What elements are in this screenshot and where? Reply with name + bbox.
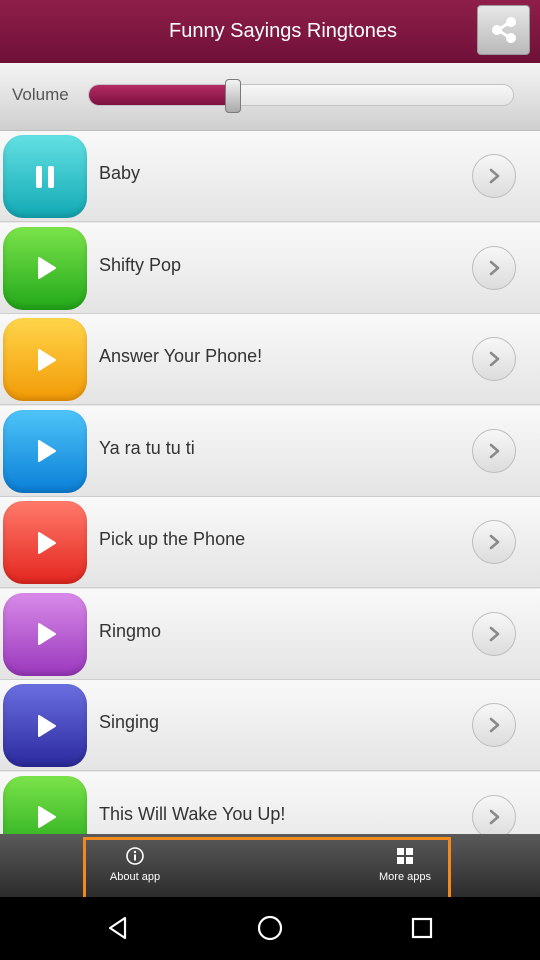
ringtone-name: Answer Your Phone! (99, 346, 263, 366)
chevron-right-icon (489, 626, 500, 641)
ringtone-row[interactable]: Pick up the Phone (0, 497, 540, 588)
chevron-right-icon (489, 717, 500, 733)
chevron-right-icon (489, 260, 500, 275)
ringtone-row[interactable]: Baby (0, 131, 540, 222)
ringtone-row[interactable]: This Will Wake You Up! (0, 771, 540, 834)
play-icon (38, 714, 56, 737)
more-apps-label: More apps (379, 870, 431, 883)
ringtone-name: Ringmo (99, 620, 162, 641)
ringtone-name: Ya ra tu tu ti (99, 437, 195, 458)
play-button[interactable] (3, 501, 87, 584)
chevron-right-icon (489, 351, 500, 367)
chevron-right-icon (489, 443, 500, 458)
ringtone-options-button[interactable] (472, 337, 516, 381)
play-icon (38, 348, 56, 371)
grid-icon (397, 847, 413, 864)
ringtone-options-button[interactable] (472, 245, 516, 290)
chevron-right-icon (489, 534, 500, 550)
chevron-right-icon (489, 168, 500, 184)
chevron-right-icon (489, 809, 500, 824)
volume-label: Volume (12, 85, 69, 104)
app-header: Funny Sayings Ringtones (0, 0, 540, 63)
play-button[interactable] (3, 409, 87, 493)
ringtone-name: Singing (99, 712, 160, 732)
play-icon (38, 623, 56, 645)
ringtone-options-button[interactable] (472, 428, 516, 473)
app-title: Funny Sayings Ringtones (169, 20, 397, 42)
share-button[interactable] (477, 5, 530, 55)
system-navigation-bar (0, 897, 540, 960)
play-button[interactable] (3, 135, 87, 218)
home-icon (257, 915, 283, 941)
more-apps-button[interactable]: More apps (365, 834, 445, 894)
about-app-label: About app (109, 870, 161, 883)
nav-back-button[interactable] (103, 913, 133, 943)
share-icon (491, 17, 516, 43)
ringtone-list: Baby Shifty Pop Answer Your Phone! Ya ra tu… (0, 131, 540, 834)
play-button[interactable] (3, 775, 87, 834)
play-icon (38, 806, 56, 828)
ringtone-name: Baby (99, 163, 141, 183)
volume-slider-track[interactable] (88, 84, 514, 106)
ringtone-row[interactable]: Ya ra tu tu ti (0, 405, 540, 497)
ringtone-row[interactable]: Singing (0, 680, 540, 771)
ringtone-name: This Will Wake You Up! (99, 803, 286, 824)
volume-slider-fill (89, 85, 234, 105)
ringtone-options-button[interactable] (472, 703, 516, 747)
play-icon (38, 257, 56, 279)
play-icon (38, 531, 56, 554)
ringtone-row[interactable]: Ringmo (0, 588, 540, 680)
ringtone-name: Shifty Pop (99, 254, 182, 275)
back-icon (108, 916, 127, 940)
play-button[interactable] (3, 592, 87, 676)
ringtone-options-button[interactable] (472, 611, 516, 656)
ringtone-row[interactable]: Shifty Pop (0, 222, 540, 314)
ringtone-options-button[interactable] (472, 520, 516, 564)
about-app-button[interactable]: About app (95, 834, 175, 894)
bottom-bar: About app More apps (0, 834, 540, 901)
pause-icon (36, 165, 54, 188)
play-icon (38, 440, 56, 462)
play-button[interactable] (3, 226, 87, 310)
play-button[interactable] (3, 684, 87, 767)
ringtone-options-button[interactable] (472, 154, 516, 198)
recents-icon (411, 917, 433, 939)
ringtone-name: Pick up the Phone (99, 529, 246, 549)
ringtone-row[interactable]: Answer Your Phone! (0, 314, 540, 405)
nav-recents-button[interactable] (407, 913, 437, 943)
nav-home-button[interactable] (255, 913, 285, 943)
info-icon (126, 846, 144, 865)
volume-slider-thumb[interactable] (224, 79, 241, 113)
ringtone-options-button[interactable] (472, 794, 516, 834)
play-button[interactable] (3, 318, 87, 401)
